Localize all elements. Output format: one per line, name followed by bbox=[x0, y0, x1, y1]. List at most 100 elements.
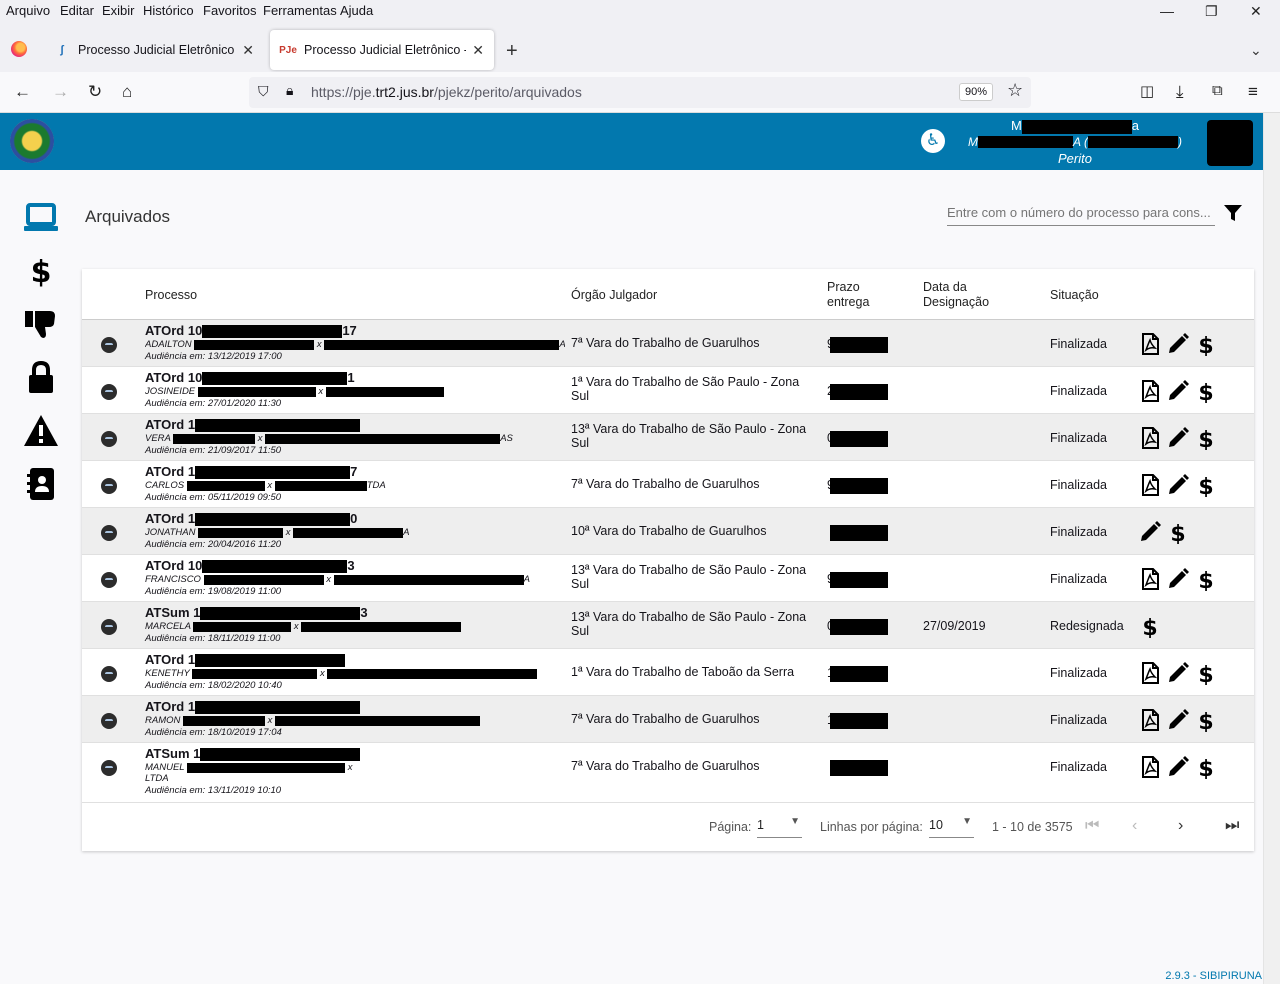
pdf-icon[interactable] bbox=[1138, 426, 1162, 450]
expand-row-icon[interactable] bbox=[101, 666, 117, 682]
reload-icon[interactable]: ↻ bbox=[88, 82, 102, 102]
pencil-icon[interactable] bbox=[1138, 520, 1162, 544]
page-select[interactable]: 1 ▼ bbox=[757, 816, 802, 838]
pencil-icon[interactable] bbox=[1166, 755, 1190, 779]
process-cell[interactable]: ATOrd 1 VERA x AS Audiência em: 21/09/2017… bbox=[145, 417, 565, 456]
expand-row-icon[interactable] bbox=[101, 713, 117, 729]
process-cell[interactable]: ATOrd 1 RAMON x Audiência em: 18/10/2019 … bbox=[145, 699, 565, 738]
dollar-icon[interactable]: $ bbox=[1194, 473, 1218, 497]
process-cell[interactable]: ATOrd 1017ADAILTON x ASAudiência em: 13/… bbox=[145, 323, 565, 362]
pencil-icon[interactable] bbox=[1166, 708, 1190, 732]
pencil-icon[interactable] bbox=[1166, 473, 1190, 497]
table-row[interactable]: ATOrd 10 3 FRANCISCO x A Audiência em: 19/0… bbox=[82, 555, 1254, 602]
menu-favoritos[interactable]: Favoritos bbox=[203, 3, 256, 18]
expand-row-icon[interactable] bbox=[101, 760, 117, 776]
lock-icon[interactable]: 🔒︎ bbox=[286, 82, 293, 99]
table-row[interactable]: ATSum 1 3 MARCELA x Audiência em: 18/11/20… bbox=[82, 602, 1254, 649]
restore-icon[interactable]: ❐ bbox=[1205, 3, 1218, 20]
pdf-icon[interactable] bbox=[1138, 473, 1162, 497]
menu-ferramentas[interactable]: Ferramentas bbox=[263, 3, 337, 18]
url-bar[interactable]: ⛉ 🔒︎ https://pje.trt2.jus.br/pjekz/perit… bbox=[249, 77, 1031, 108]
minimize-icon[interactable]: — bbox=[1160, 3, 1174, 19]
accessibility-icon[interactable]: ♿︎ bbox=[921, 129, 945, 153]
tab-pje-kz[interactable]: PJe Processo Judicial Eletrônico - KZ ✕ bbox=[270, 30, 494, 70]
process-number[interactable]: ATSum 1 bbox=[145, 746, 565, 762]
rows-per-page-select[interactable]: 10 ▼ bbox=[929, 816, 974, 838]
table-row[interactable]: ATOrd 1 0 JONATHAN x A Audiência em: 20/04/… bbox=[82, 508, 1254, 555]
col-prazo[interactable]: Prazo entrega bbox=[827, 280, 869, 310]
process-number[interactable]: ATOrd 1 bbox=[145, 652, 565, 668]
col-data-designacao[interactable]: Data da Designação bbox=[923, 280, 989, 310]
process-cell[interactable]: ATOrd 10 1 JOSINEIDE x Audiência em: 27/01… bbox=[145, 370, 565, 409]
table-row[interactable]: ATOrd 1 7 CARLOS x TDA Audiência em: 05/11/… bbox=[82, 461, 1254, 508]
process-cell[interactable]: ATOrd 10 3 FRANCISCO x A Audiência em: 19/0… bbox=[145, 558, 565, 597]
pdf-icon[interactable] bbox=[1138, 661, 1162, 685]
expand-row-icon[interactable] bbox=[101, 337, 117, 353]
menu-ajuda[interactable]: Ajuda bbox=[340, 3, 373, 18]
brasao-logo[interactable] bbox=[10, 119, 54, 163]
shield-icon[interactable]: ⛉ bbox=[258, 83, 269, 100]
avatar[interactable] bbox=[1207, 120, 1253, 166]
laptop-icon[interactable] bbox=[22, 200, 60, 236]
menu-arquivo[interactable]: Arquivo bbox=[6, 3, 50, 18]
dollar-icon[interactable]: $ bbox=[1194, 755, 1218, 779]
process-cell[interactable]: ATSum 1 MANUEL x LTDA Audiência em: 13/11/… bbox=[145, 746, 565, 796]
pdf-icon[interactable] bbox=[1138, 332, 1162, 356]
new-tab-icon[interactable]: + bbox=[506, 40, 518, 63]
process-number[interactable]: ATOrd 10 17 bbox=[145, 323, 565, 339]
close-tab-icon[interactable]: ✕ bbox=[242, 42, 254, 59]
table-row[interactable]: ATOrd 1 RAMON x Audiência em: 18/10/2019 … bbox=[82, 696, 1254, 743]
table-row[interactable]: ATOrd 1 VERA x AS Audiência em: 21/09/2017… bbox=[82, 414, 1254, 461]
chevron-down-icon[interactable]: ⌄ bbox=[1250, 42, 1262, 59]
table-row[interactable]: ATOrd 1 KENETHY x Audiência em: 18/02/202… bbox=[82, 649, 1254, 696]
forward-icon[interactable]: → bbox=[52, 82, 69, 102]
col-orgao[interactable]: Órgão Julgador bbox=[571, 288, 657, 302]
pencil-icon[interactable] bbox=[1166, 567, 1190, 591]
url-text[interactable]: https://pje.trt2.jus.br/pjekz/perito/arq… bbox=[311, 84, 582, 100]
dollar-icon[interactable]: $ bbox=[1166, 520, 1190, 544]
first-page-icon[interactable]: ⏮ bbox=[1085, 817, 1099, 835]
process-number[interactable]: ATOrd 17 bbox=[145, 464, 565, 480]
expand-row-icon[interactable] bbox=[101, 572, 117, 588]
zoom-level-badge[interactable]: 90% bbox=[959, 83, 994, 101]
pdf-icon[interactable] bbox=[1138, 755, 1162, 779]
col-situacao[interactable]: Situação bbox=[1050, 288, 1099, 302]
pdf-icon[interactable] bbox=[1138, 567, 1162, 591]
pocket-icon[interactable]: ◫ bbox=[1140, 82, 1154, 100]
tab-pje[interactable]: ʃ Processo Judicial Eletrônico - PJe ✕ bbox=[44, 30, 264, 70]
expand-row-icon[interactable] bbox=[101, 619, 117, 635]
pdf-icon[interactable] bbox=[1138, 379, 1162, 403]
expand-row-icon[interactable] bbox=[101, 525, 117, 541]
close-window-icon[interactable]: ✕ bbox=[1250, 3, 1262, 20]
expand-row-icon[interactable] bbox=[101, 384, 117, 400]
bookmark-star-icon[interactable]: ☆ bbox=[1007, 80, 1023, 101]
hamburger-menu-icon[interactable]: ≡ bbox=[1248, 82, 1258, 102]
pdf-icon[interactable] bbox=[1138, 708, 1162, 732]
process-cell[interactable]: ATOrd 1 0 JONATHAN x A Audiência em: 20/04/… bbox=[145, 511, 565, 550]
scrollbar[interactable] bbox=[1263, 113, 1280, 984]
dollar-icon[interactable]: $ bbox=[1194, 332, 1218, 356]
table-row[interactable]: ATSum 1 MANUEL x LTDA Audiência em: 13/11/… bbox=[82, 743, 1254, 803]
table-row[interactable]: ATOrd 10 1 JOSINEIDE x Audiência em: 27/01… bbox=[82, 367, 1254, 414]
pencil-icon[interactable] bbox=[1166, 661, 1190, 685]
firefox-icon[interactable] bbox=[11, 41, 27, 57]
process-number[interactable]: ATOrd 1 bbox=[145, 417, 565, 433]
next-page-icon[interactable]: › bbox=[1178, 817, 1183, 835]
table-row[interactable]: ATOrd 1017ADAILTON x ASAudiência em: 13/… bbox=[82, 320, 1254, 367]
last-page-icon[interactable]: ⏭ bbox=[1225, 817, 1239, 835]
expand-row-icon[interactable] bbox=[101, 478, 117, 494]
back-icon[interactable]: ← bbox=[14, 82, 31, 102]
dollar-icon[interactable]: $ bbox=[1194, 661, 1218, 685]
search-input[interactable] bbox=[947, 200, 1215, 226]
dollar-icon[interactable]: $ bbox=[1194, 426, 1218, 450]
lock-icon[interactable] bbox=[22, 360, 60, 396]
process-number[interactable]: ATSum 13 bbox=[145, 605, 565, 621]
menu-editar[interactable]: Editar bbox=[60, 3, 94, 18]
dollar-icon[interactable]: $ bbox=[1194, 379, 1218, 403]
thumbs-down-icon[interactable] bbox=[22, 306, 60, 342]
process-number[interactable]: ATOrd 10 3 bbox=[145, 558, 565, 574]
expand-row-icon[interactable] bbox=[101, 431, 117, 447]
col-processo[interactable]: Processo bbox=[145, 288, 197, 302]
menu-exibir[interactable]: Exibir bbox=[102, 3, 135, 18]
process-number[interactable]: ATOrd 10 bbox=[145, 511, 565, 527]
